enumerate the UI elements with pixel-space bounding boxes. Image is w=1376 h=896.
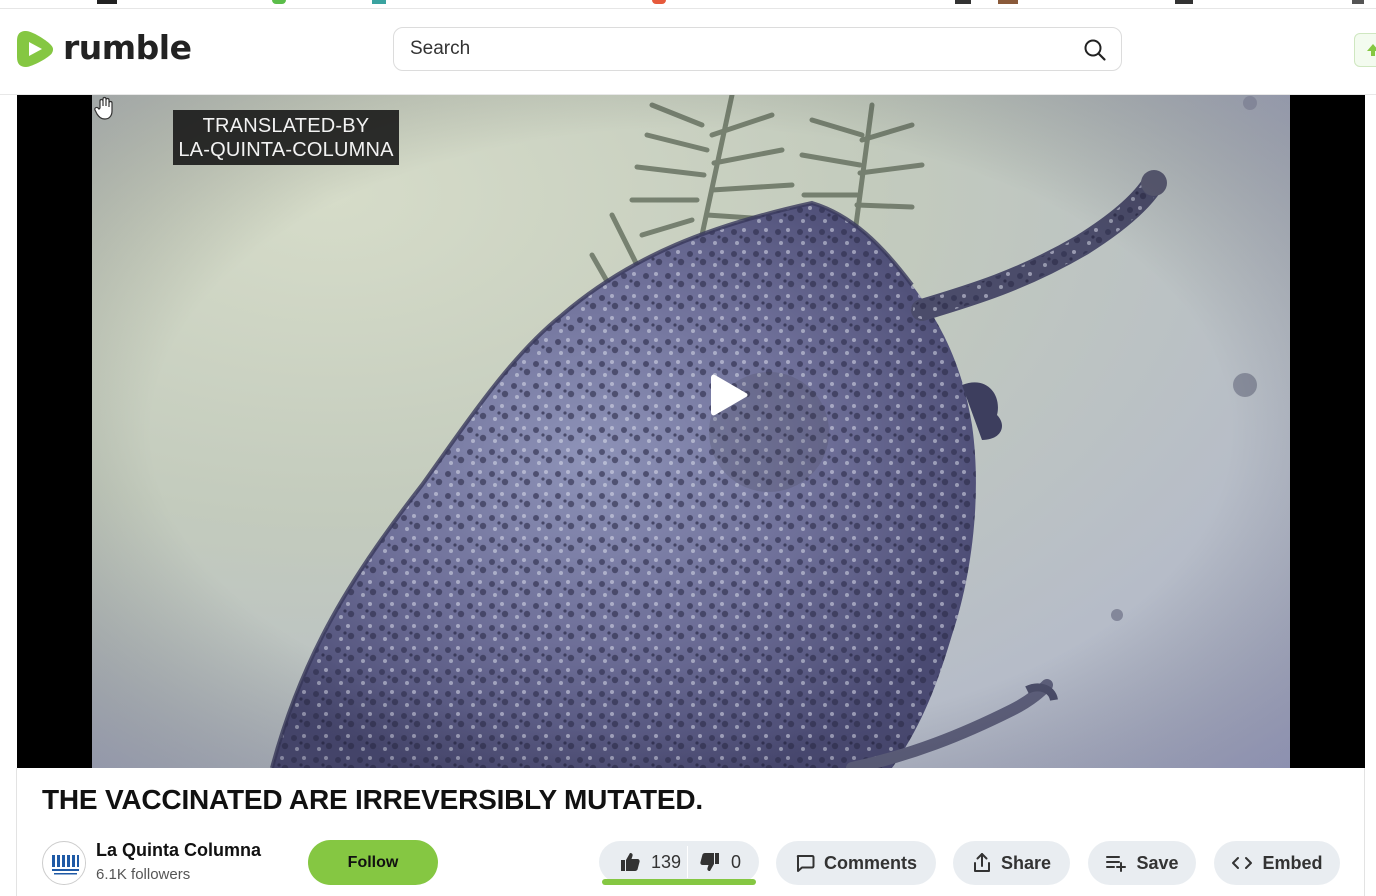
- video-title: THE VACCINATED ARE IRREVERSIBLY MUTATED.: [42, 784, 703, 815]
- follow-button[interactable]: Follow: [308, 840, 438, 885]
- like-button[interactable]: 139: [619, 841, 681, 883]
- watermark-line: TRANSLATED-BY: [202, 115, 370, 137]
- like-count: 139: [651, 851, 682, 872]
- bookmark-icon[interactable]: [272, 0, 286, 4]
- play-button[interactable]: [709, 372, 829, 492]
- rumble-wordmark: rumble: [63, 27, 192, 67]
- video-player[interactable]: TRANSLATED-BY LA-QUINTA-COLUMNA: [17, 95, 1365, 768]
- follower-count: 6.1K followers: [96, 866, 191, 883]
- search-input[interactable]: [410, 36, 1060, 62]
- bookmark-icon[interactable]: [1352, 0, 1364, 4]
- vote-controls: 139 0: [599, 841, 759, 883]
- vote-divider: [687, 846, 688, 878]
- search-icon[interactable]: [1083, 38, 1107, 62]
- code-icon: [1232, 857, 1253, 869]
- comments-button[interactable]: Comments: [776, 841, 936, 885]
- hand-cursor-icon: [94, 96, 113, 120]
- watermark-line: LA-QUINTA-COLUMNA: [178, 139, 394, 161]
- rumble-logo[interactable]: rumble: [16, 27, 192, 69]
- content-border: [1364, 768, 1365, 896]
- dislike-count: 0: [731, 851, 742, 872]
- bookmark-icon[interactable]: [652, 0, 666, 4]
- play-icon: [711, 374, 748, 416]
- video-still-image: [92, 95, 1290, 768]
- site-header: rumble: [0, 9, 1376, 95]
- video-frame[interactable]: TRANSLATED-BY LA-QUINTA-COLUMNA: [92, 95, 1290, 768]
- channel-logo-icon: [44, 843, 85, 884]
- bookmark-icon[interactable]: [1175, 0, 1193, 4]
- comments-label: Comments: [823, 852, 917, 873]
- channel-avatar[interactable]: [42, 841, 86, 885]
- bookmark-icon[interactable]: [372, 0, 386, 4]
- thumbs-up-icon: [621, 853, 640, 871]
- bookmark-icon[interactable]: [998, 0, 1018, 4]
- comment-icon: [796, 855, 815, 872]
- share-button[interactable]: Share: [953, 841, 1070, 885]
- embed-label: Embed: [1262, 852, 1323, 873]
- bookmark-icon[interactable]: [97, 0, 117, 4]
- search-bar[interactable]: [393, 27, 1122, 71]
- share-icon: [973, 853, 990, 872]
- browser-bookmarks-strip: [0, 0, 1376, 9]
- embed-button[interactable]: Embed: [1214, 841, 1340, 885]
- rumble-logo-icon: [17, 31, 54, 67]
- save-button[interactable]: Save: [1088, 841, 1196, 885]
- share-label: Share: [1000, 852, 1052, 873]
- playlist-add-icon: [1106, 856, 1127, 872]
- like-ratio-bar: [602, 879, 756, 885]
- upload-button[interactable]: [1354, 33, 1376, 67]
- thumbs-down-icon: [700, 853, 719, 871]
- save-label: Save: [1136, 852, 1179, 873]
- translation-watermark: TRANSLATED-BY LA-QUINTA-COLUMNA: [173, 110, 399, 165]
- bookmark-icon[interactable]: [955, 0, 971, 4]
- upload-icon: [1367, 44, 1376, 56]
- dislike-button[interactable]: 0: [699, 841, 741, 883]
- content-border: [16, 768, 17, 896]
- channel-name[interactable]: La Quinta Columna: [96, 840, 261, 861]
